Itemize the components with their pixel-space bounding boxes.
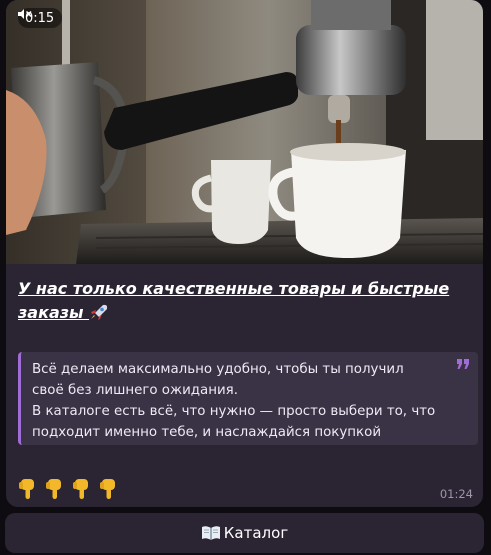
catalog-button-label: Каталог xyxy=(223,524,289,542)
message-title-text: У нас только качественные товары и быстр… xyxy=(18,279,450,322)
message-bubble: 0:15 У нас только качественные товары и … xyxy=(6,0,483,507)
video-thumbnail[interactable]: 0:15 xyxy=(6,0,483,264)
rocket-icon xyxy=(91,304,108,320)
quote-line: подходит именно тебе, и наслаждайся поку… xyxy=(32,425,382,440)
blockquote: Всё делаем максимально удобно, чтобы ты … xyxy=(18,352,478,445)
video-duration-badge: 0:15 xyxy=(18,8,63,28)
quote-line: своё без лишнего ожидания. xyxy=(32,383,238,398)
quote-line: Всё делаем максимально удобно, чтобы ты … xyxy=(32,362,404,377)
quote-mark-icon xyxy=(457,359,469,369)
pointing-down-hand-icon xyxy=(19,479,34,499)
message-title: У нас только качественные товары и быстр… xyxy=(18,277,468,325)
open-book-icon xyxy=(201,526,220,540)
muted-speaker-icon[interactable] xyxy=(18,8,32,20)
pointing-down-hand-icon xyxy=(46,479,61,499)
coffee-machine-image xyxy=(6,0,483,264)
emoji-row xyxy=(18,478,118,500)
pointing-down-hand-icon xyxy=(73,479,88,499)
catalog-button[interactable]: Каталог xyxy=(5,513,484,553)
quote-line: В каталоге есть всё, что нужно — просто … xyxy=(32,404,436,419)
pointing-down-hand-icon xyxy=(100,479,115,499)
message-timestamp: 01:24 xyxy=(439,487,473,501)
